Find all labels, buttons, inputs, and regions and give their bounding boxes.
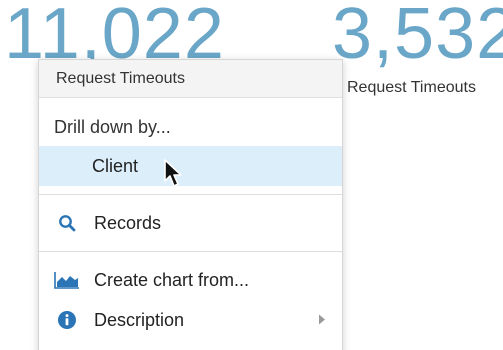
menu-item-create-chart-label: Create chart from... xyxy=(94,269,250,290)
mouse-cursor-icon xyxy=(163,159,185,189)
info-icon xyxy=(54,310,80,330)
menu-item-description[interactable]: Description xyxy=(39,300,342,340)
search-icon xyxy=(54,213,80,233)
area-chart-icon xyxy=(54,270,80,290)
metric-label-secondary: Request Timeouts xyxy=(347,79,476,96)
menu-item-create-chart[interactable]: Create chart from... xyxy=(39,260,342,300)
menu-divider xyxy=(39,251,342,252)
menu-item-records-label: Records xyxy=(94,212,162,233)
menu-item-client[interactable]: Client xyxy=(39,146,342,186)
context-menu-header: Request Timeouts xyxy=(39,60,342,98)
dashboard-canvas: 11,022 3,532 Request Timeouts Request Ti… xyxy=(0,0,503,350)
menu-item-client-label: Client xyxy=(92,155,139,176)
context-menu: Request Timeouts Drill down by... Client… xyxy=(38,59,343,350)
chevron-right-icon xyxy=(318,310,326,331)
metric-value-secondary: 3,532 xyxy=(332,0,503,74)
drill-down-title: Drill down by... xyxy=(54,116,171,137)
menu-item-records[interactable]: Records xyxy=(39,203,342,243)
menu-item-description-label: Description xyxy=(94,309,185,330)
menu-divider xyxy=(39,194,342,195)
